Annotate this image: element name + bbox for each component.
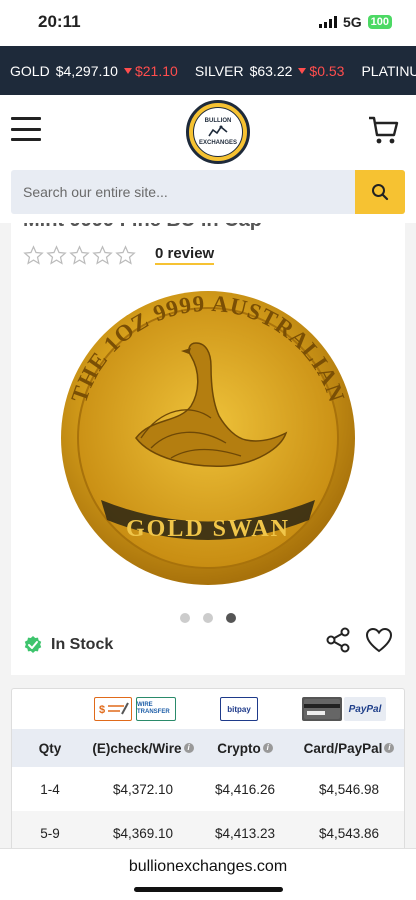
pricing-row: 1-4 $4,372.10 $4,416.26 $4,546.98 xyxy=(12,767,404,811)
star-empty-icon xyxy=(23,245,44,265)
bull-bear-icon xyxy=(208,125,228,137)
ticker-change-value: $21.10 xyxy=(134,62,178,79)
search-button[interactable] xyxy=(355,170,405,214)
status-time: 20:11 xyxy=(38,12,81,31)
logo-mark: BULLION EXCHANGES xyxy=(193,107,243,157)
pricing-table: $ WIRE TRANSFER bitpay PayPal Qty (E)che… xyxy=(11,688,405,863)
column-header-check[interactable]: (E)check/Wire i xyxy=(84,741,202,756)
menu-icon[interactable] xyxy=(11,117,41,141)
star-empty-icon xyxy=(115,245,136,265)
qty-cell: 1-4 xyxy=(40,781,60,797)
ticker-change: $0.53 xyxy=(298,63,344,79)
product-card: Mint 9999 Fine BU in Cap 0 review THE 1O… xyxy=(11,223,405,675)
stock-label: In Stock xyxy=(51,636,114,653)
ticker-metal: SILVER xyxy=(194,62,244,79)
price-ticker[interactable]: GOLD $4,297.10 $21.10 SILVER $63.22 $0.5… xyxy=(0,46,416,95)
stock-status: In Stock xyxy=(23,635,113,655)
info-icon[interactable]: i xyxy=(262,743,273,753)
site-logo[interactable]: BULLION EXCHANGES xyxy=(186,100,250,164)
search-bar xyxy=(11,170,405,214)
pricing-header-row: Qty (E)check/Wire i Crypto i Card/PayPal i xyxy=(12,729,404,767)
ticker-metal: GOLD xyxy=(10,62,50,79)
heart-icon[interactable] xyxy=(365,627,393,653)
site-header: BULLION EXCHANGES xyxy=(0,95,416,223)
cart-icon[interactable] xyxy=(368,115,400,145)
star-empty-icon xyxy=(92,245,113,265)
credit-card-icon xyxy=(302,697,342,721)
address-url[interactable]: bullionexchanges.com xyxy=(0,858,416,876)
star-empty-icon xyxy=(69,245,90,265)
battery-icon: 100 xyxy=(367,15,392,29)
check-price-cell: $4,372.10 xyxy=(112,781,174,797)
info-icon[interactable]: i xyxy=(183,743,194,753)
rating-stars[interactable] xyxy=(23,245,136,266)
home-indicator[interactable] xyxy=(134,887,283,892)
status-bar: 20:11 5G 100 xyxy=(0,0,416,46)
network-label: 5G xyxy=(342,14,362,30)
product-title: Mint 9999 Fine BU in Cap xyxy=(23,223,262,232)
coin-inscription-bottom: GOLD SWAN xyxy=(126,516,290,542)
column-header-qty: Qty xyxy=(38,740,62,756)
browser-address-bar[interactable]: bullionexchanges.com xyxy=(0,848,416,900)
status-indicators: 5G 100 xyxy=(318,14,392,30)
svg-text:$: $ xyxy=(99,704,105,716)
logo-text-bottom: EXCHANGES xyxy=(198,140,237,146)
review-link[interactable]: 0 review xyxy=(155,245,215,265)
ticker-price: $63.22 xyxy=(249,62,293,79)
check-icon: $ xyxy=(94,697,132,721)
search-input[interactable] xyxy=(11,170,355,214)
ticker-change-value: $0.53 xyxy=(309,62,345,79)
checkmark-badge-icon xyxy=(24,636,42,653)
payment-methods: $ WIRE TRANSFER bitpay PayPal xyxy=(12,689,404,729)
carousel-dot-active[interactable] xyxy=(226,613,236,623)
down-arrow-icon xyxy=(123,67,132,74)
search-icon xyxy=(372,184,389,201)
share-icon[interactable] xyxy=(325,627,351,653)
column-header-crypto[interactable]: Crypto i xyxy=(204,741,286,756)
column-header-card[interactable]: Card/PayPal i xyxy=(292,741,404,756)
ticker-item-silver[interactable]: SILVER $63.22 $0.53 xyxy=(195,63,345,79)
paypal-icon: PayPal xyxy=(344,697,386,721)
ticker-item-gold[interactable]: GOLD $4,297.10 $21.10 xyxy=(10,63,178,79)
product-image[interactable]: THE 1OZ 9999 AUSTRALIAN GOLD SWAN xyxy=(41,288,375,588)
info-icon[interactable]: i xyxy=(384,743,395,753)
ticker-item-platinum[interactable]: PLATINUM xyxy=(361,63,416,79)
ticker-price: $4,297.10 xyxy=(55,62,118,79)
carousel-dots[interactable] xyxy=(180,613,236,623)
carousel-dot[interactable] xyxy=(203,613,213,623)
down-arrow-icon xyxy=(298,67,307,74)
card-price-cell: $4,546.98 xyxy=(318,781,380,797)
carousel-dot[interactable] xyxy=(180,613,190,623)
bitpay-icon: bitpay xyxy=(220,697,258,721)
ticker-change: $21.10 xyxy=(123,62,178,79)
wire-transfer-icon: WIRE TRANSFER xyxy=(136,697,176,721)
crypto-price-cell: $4,416.26 xyxy=(214,781,276,797)
star-empty-icon xyxy=(46,245,67,265)
signal-icon xyxy=(318,16,337,28)
ticker-metal: PLATINUM xyxy=(361,62,416,79)
